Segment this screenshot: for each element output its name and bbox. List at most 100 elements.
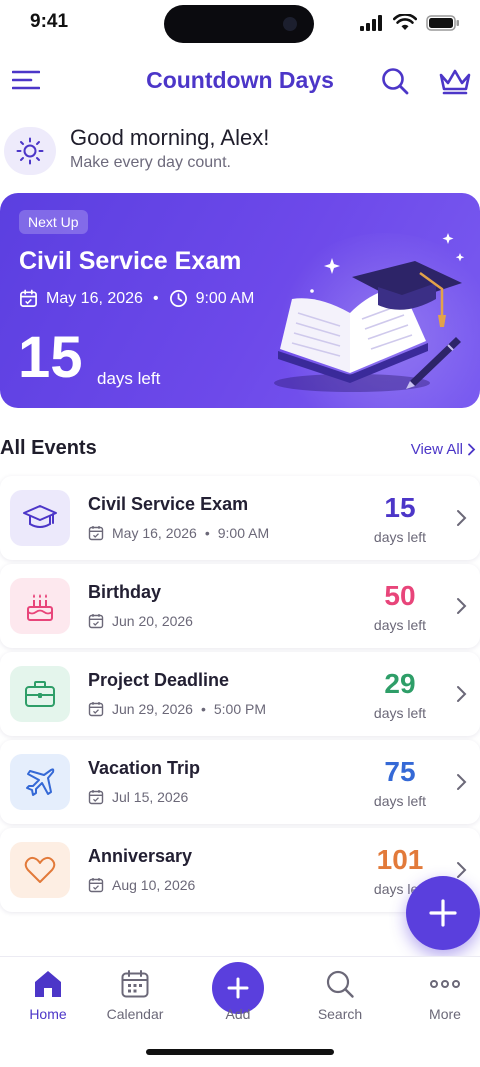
battery-icon <box>426 14 459 31</box>
event-card[interactable]: Birthday Jun 20, 2026 50 days left <box>0 564 480 648</box>
home-icon <box>35 971 61 997</box>
app-header: Countdown Days <box>0 56 480 106</box>
event-count: 101 <box>376 844 424 875</box>
event-icon-badge <box>10 842 70 898</box>
event-title: Project Deadline <box>88 670 230 690</box>
next-up-date: May 16, 2026 <box>46 289 143 307</box>
event-card[interactable]: Vacation Trip Jul 15, 2026 75 days left <box>0 740 480 824</box>
event-title: Vacation Trip <box>88 758 201 778</box>
status-time: 9:41 <box>30 11 69 32</box>
calendar-icon <box>88 790 104 805</box>
greeting-subtitle: Make every day count. <box>70 154 231 171</box>
event-days-label: days left <box>373 529 427 545</box>
book-and-cap-illustration <box>274 233 465 392</box>
all-events-title: All Events <box>0 437 97 459</box>
status-bar: 9:41 <box>0 0 480 48</box>
sun-icon <box>16 137 44 165</box>
next-up-card[interactable]: Next Up Civil Service Exam May 16, 2026 … <box>0 193 480 408</box>
wifi-icon <box>393 14 417 30</box>
calendar-icon <box>121 970 149 998</box>
event-icon-badge <box>10 578 70 634</box>
chevron-right-icon <box>468 443 476 456</box>
greeting-section: Good morning, Alex! Make every day count… <box>0 122 480 178</box>
sun-badge <box>4 127 56 175</box>
next-up-badge: Next Up <box>19 210 88 234</box>
next-up-days-label: days left <box>97 369 161 388</box>
event-icon-badge <box>10 754 70 810</box>
event-count: 50 <box>384 580 416 611</box>
more-icon <box>430 980 460 988</box>
event-meta: Jul 15, 2026 <box>88 789 188 805</box>
event-count: 15 <box>384 492 416 523</box>
tab-label: More <box>429 1006 461 1022</box>
event-time: 9:00 AM <box>217 525 270 541</box>
search-icon <box>326 970 354 998</box>
event-days-label: days left <box>373 705 427 721</box>
next-up-title: Civil Service Exam <box>19 247 242 275</box>
event-card[interactable]: Project Deadline Jun 29, 2026 • 5:00 PM … <box>0 652 480 736</box>
calendar-icon <box>88 878 104 893</box>
tab-label: Add <box>225 1006 251 1022</box>
chevron-right-icon <box>457 774 467 790</box>
next-up-count: 15 <box>18 325 83 390</box>
view-all-label: View All <box>410 441 463 458</box>
plus-icon <box>429 899 457 927</box>
meta-separator: • <box>204 525 210 541</box>
event-date: Jun 29, 2026 <box>112 701 193 717</box>
chevron-right-icon <box>457 598 467 614</box>
add-event-fab[interactable] <box>406 876 480 950</box>
event-icon-badge <box>10 490 70 546</box>
clock-icon <box>169 290 187 307</box>
event-meta: Jun 29, 2026 • 5:00 PM <box>88 701 266 717</box>
status-icons <box>360 14 460 31</box>
calendar-icon <box>88 526 104 541</box>
meta-separator: • <box>200 701 206 717</box>
event-title: Birthday <box>88 582 162 602</box>
tab-add[interactable]: Add <box>190 957 286 1037</box>
tab-label: Home <box>29 1006 67 1022</box>
tab-home[interactable]: Home <box>0 957 96 1037</box>
event-icon-badge <box>10 666 70 722</box>
event-days-label: days left <box>373 617 427 633</box>
event-date: Jul 15, 2026 <box>112 789 189 805</box>
graduation-cap-icon <box>23 505 57 528</box>
event-meta: May 16, 2026 • 9:00 AM <box>88 525 269 541</box>
calendar-icon <box>88 702 104 717</box>
header-search-button[interactable] <box>380 66 410 96</box>
chevron-right-icon <box>457 686 467 702</box>
airplane-icon <box>26 768 55 796</box>
tab-label: Calendar <box>106 1006 164 1022</box>
premium-button[interactable] <box>438 66 472 96</box>
event-title: Civil Service Exam <box>88 494 249 514</box>
next-up-meta: May 16, 2026 • 9:00 AM <box>19 289 254 308</box>
event-time: 5:00 PM <box>213 701 267 717</box>
event-card[interactable]: Civil Service Exam May 16, 2026 • 9:00 A… <box>0 476 480 560</box>
heart-icon <box>24 856 56 883</box>
signal-icon <box>360 14 382 31</box>
search-icon <box>382 68 409 95</box>
plus-icon <box>227 977 249 999</box>
tab-label: Search <box>317 1006 363 1022</box>
calendar-icon <box>20 289 37 307</box>
event-date: Jun 20, 2026 <box>112 613 193 629</box>
tab-search[interactable]: Search <box>292 957 388 1037</box>
next-up-time: 9:00 AM <box>195 289 255 307</box>
event-count: 29 <box>384 668 416 699</box>
event-meta: Aug 10, 2026 <box>88 877 195 893</box>
event-date: May 16, 2026 <box>112 525 197 541</box>
tab-calendar[interactable]: Calendar <box>87 957 183 1037</box>
event-count: 75 <box>384 756 416 787</box>
event-title: Anniversary <box>88 846 193 866</box>
chevron-right-icon <box>457 510 467 526</box>
meta-separator: • <box>152 289 159 307</box>
chevron-right-icon <box>457 862 467 878</box>
greeting-title: Good morning, Alex! <box>70 125 270 150</box>
cake-icon <box>27 594 53 621</box>
view-all-link[interactable]: View All <box>411 441 476 458</box>
crown-icon <box>439 69 471 95</box>
event-days-label: days left <box>373 793 427 809</box>
tab-more[interactable]: More <box>397 957 480 1037</box>
event-meta: Jun 20, 2026 <box>88 613 193 629</box>
calendar-icon <box>88 614 104 629</box>
briefcase-icon <box>25 681 55 707</box>
